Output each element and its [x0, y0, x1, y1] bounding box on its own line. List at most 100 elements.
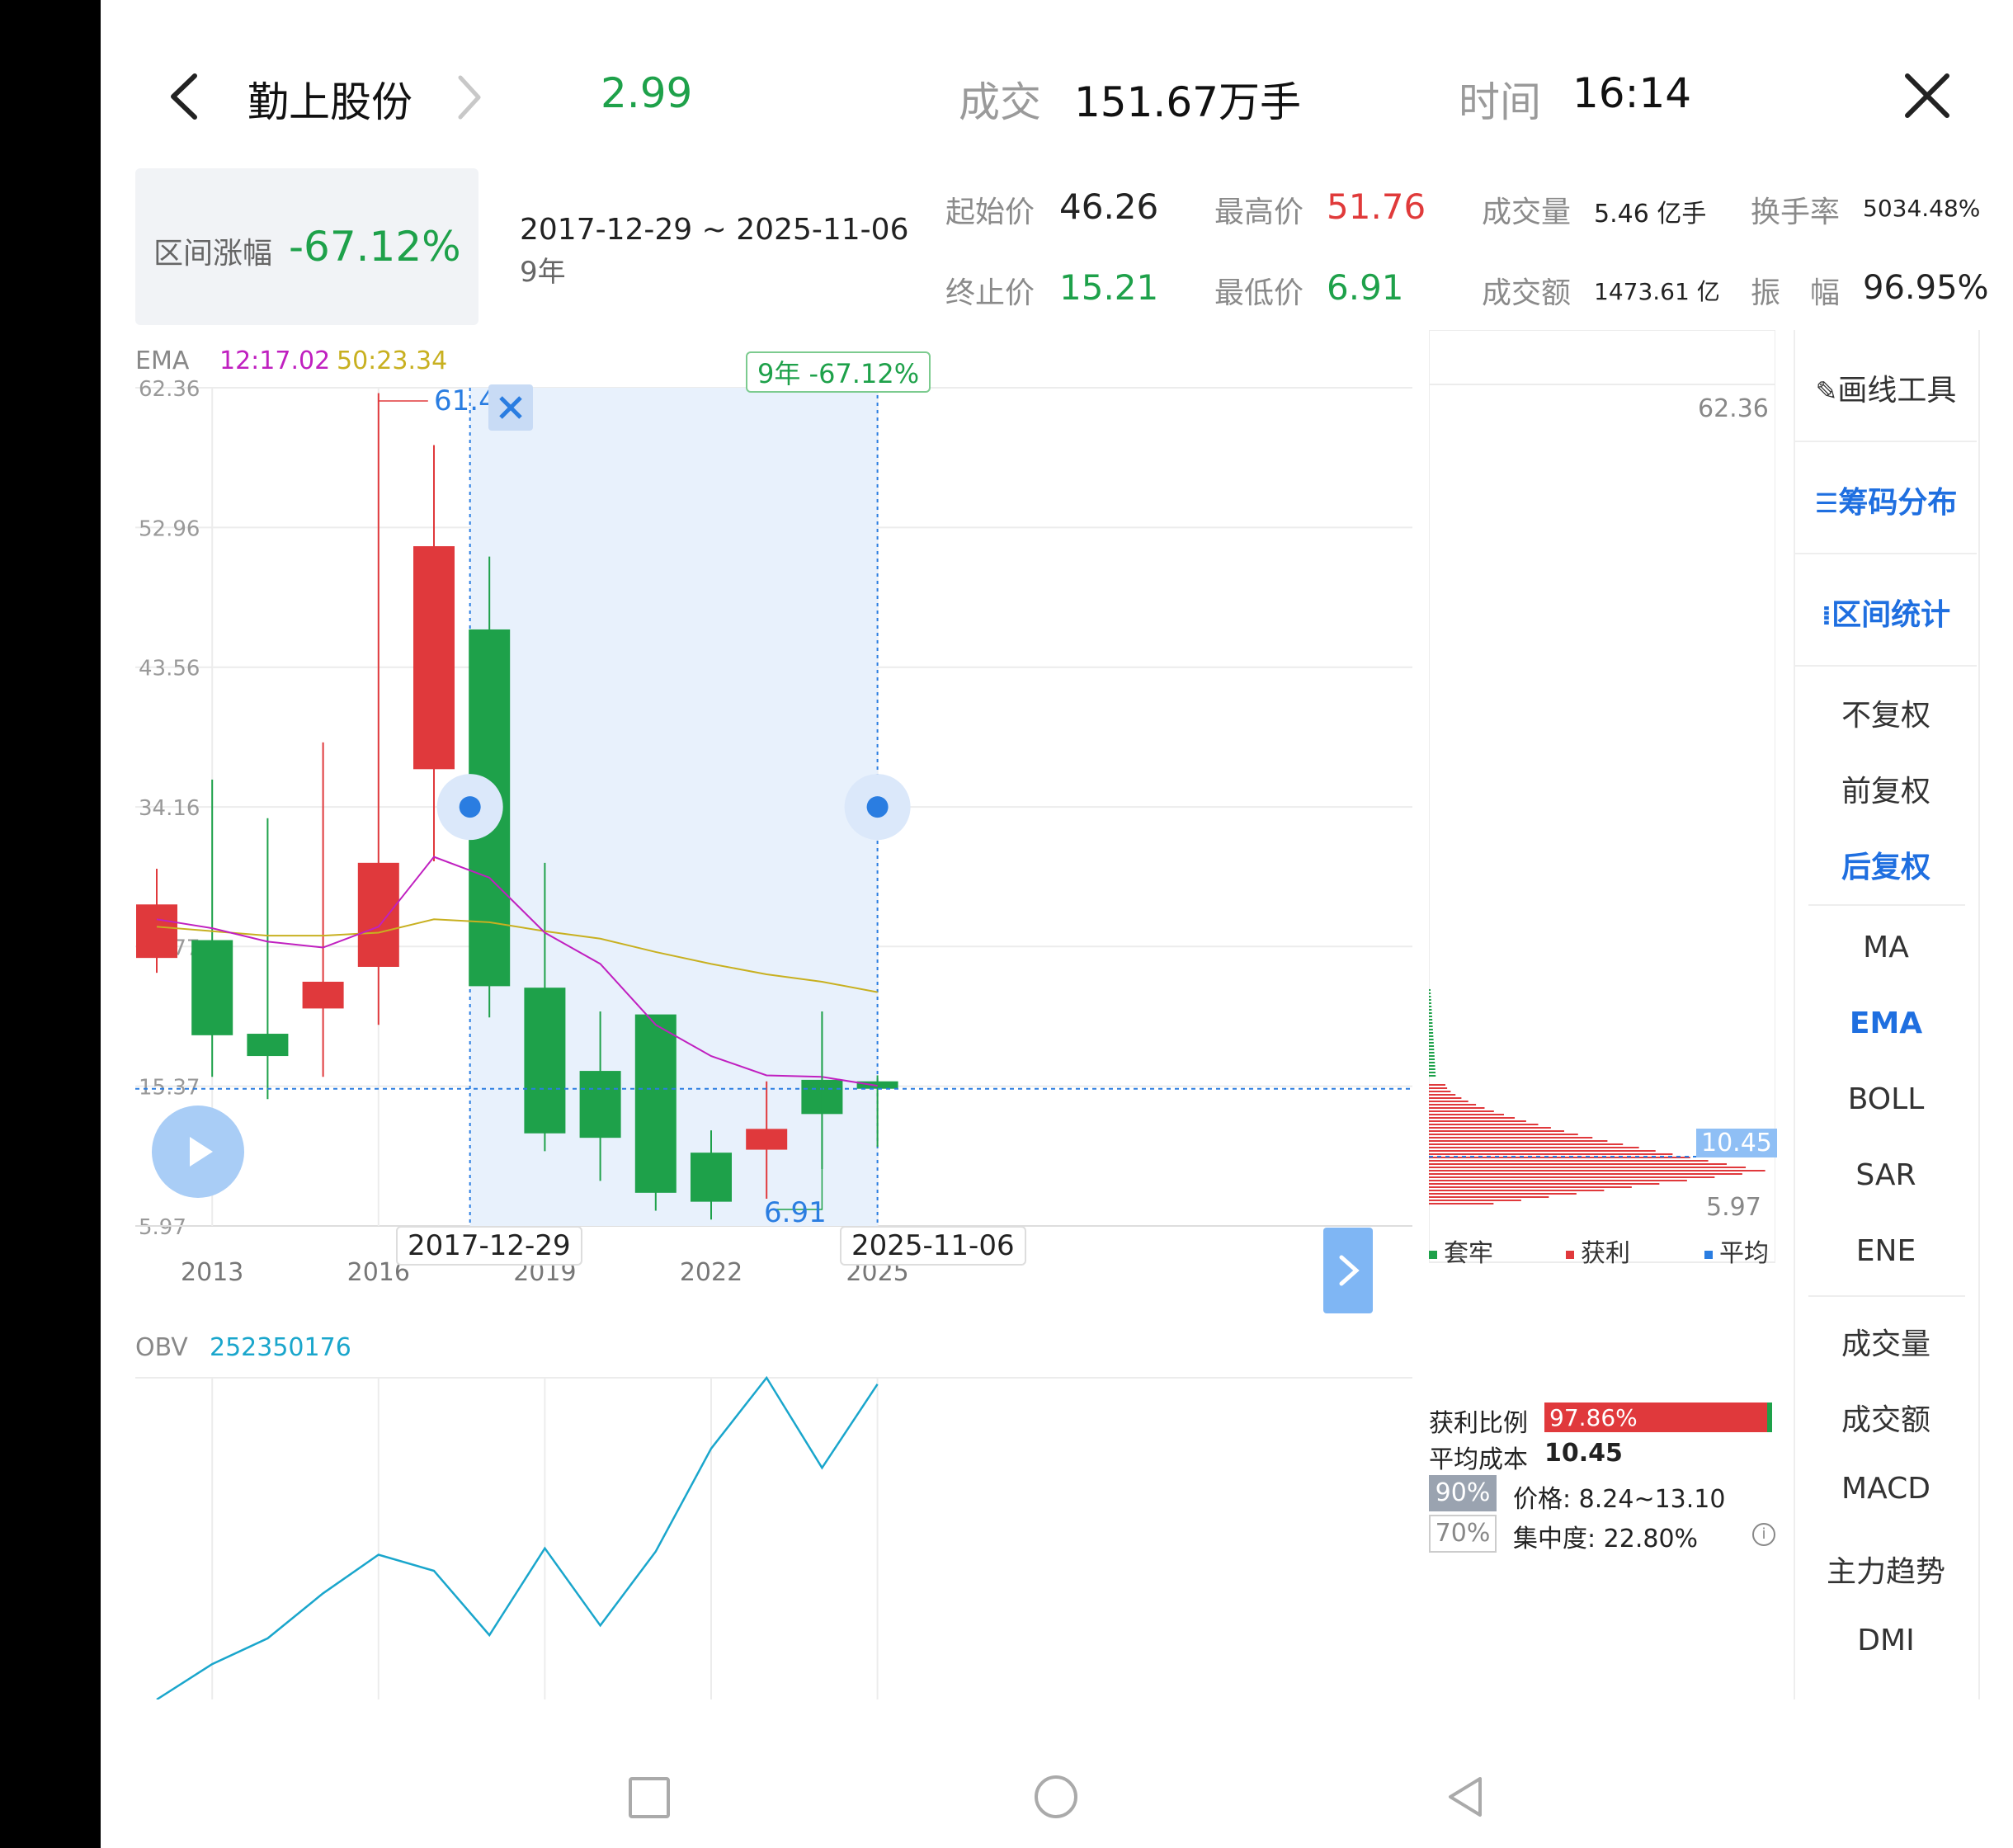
range-stats-icon: ⁞ — [1821, 600, 1832, 631]
menu-amount[interactable]: 成交额 — [1795, 1396, 1977, 1439]
pct70-badge[interactable]: 70% — [1429, 1515, 1497, 1553]
chip-list-icon: ☰ — [1814, 488, 1839, 519]
scroll-right-button[interactable] — [1323, 1228, 1373, 1313]
turnover-value: 5034.48% — [1863, 195, 1981, 222]
candle-body — [191, 940, 233, 1035]
range-tag: 9年 -67.12% — [746, 351, 931, 393]
left-black-bar — [0, 0, 101, 1848]
menu-dmi[interactable]: DMI — [1795, 1624, 1977, 1657]
chip-top-price: 62.36 — [1698, 394, 1769, 423]
back-icon[interactable] — [163, 68, 205, 129]
current-price: 2.99 — [601, 69, 693, 117]
menu-volume[interactable]: 成交量 — [1795, 1320, 1977, 1363]
menu-no-adjust[interactable]: 不复权 — [1795, 691, 1977, 734]
candle-body — [579, 1071, 621, 1138]
end-price-label: 终止价 — [945, 276, 1035, 310]
high-marker-leader — [378, 393, 428, 402]
end-price-value: 15.21 — [1059, 267, 1159, 308]
candle-body — [691, 1153, 732, 1202]
home-icon[interactable] — [1035, 1775, 1077, 1818]
low-price-label: 最低价 — [1214, 276, 1304, 310]
pct70-text: 70% — [1435, 1519, 1491, 1548]
range-end-date: 2025-11-06 — [840, 1226, 1026, 1266]
candle-body — [524, 988, 566, 1134]
range-start-date-text: 2017-12-29 — [408, 1229, 571, 1262]
menu-forward-adjust[interactable]: 前复权 — [1795, 767, 1977, 810]
volume-stat-value: 5.46 亿手 — [1594, 200, 1707, 229]
stock-name[interactable]: 勤上股份 — [248, 69, 412, 129]
play-button[interactable] — [152, 1106, 244, 1198]
candle-body — [357, 862, 399, 967]
amplitude-label: 振 幅 — [1751, 276, 1841, 310]
avg-cost-tag: 10.45 — [1696, 1129, 1777, 1157]
duration: 9年 — [520, 256, 566, 289]
chip-frame — [1428, 329, 1776, 1263]
menu-ma[interactable]: MA — [1795, 931, 1977, 964]
candle-body — [302, 981, 344, 1009]
candle-body — [746, 1129, 788, 1150]
pct90-text: 90% — [1435, 1478, 1491, 1507]
price-range: 价格: 8.24~13.10 — [1513, 1485, 1726, 1514]
recent-apps-icon[interactable] — [629, 1777, 670, 1818]
avg-cost-value: 10.45 — [1544, 1439, 1623, 1468]
high-price-value: 51.76 — [1327, 186, 1426, 227]
menu-macd[interactable]: MACD — [1795, 1472, 1977, 1506]
menu-main-trend[interactable]: 主力趋势 — [1795, 1548, 1977, 1591]
obv-chart — [135, 1320, 1412, 1701]
range-tag-text: 9年 -67.12% — [757, 358, 920, 389]
menu-ene[interactable]: ENE — [1795, 1234, 1977, 1268]
avg-cost-label: 平均成本 — [1429, 1445, 1528, 1474]
volume-label: 成交 — [959, 78, 1041, 126]
remove-range-button[interactable] — [488, 384, 533, 431]
candle-body — [634, 1014, 676, 1193]
low-price-value: 6.91 — [1327, 267, 1404, 308]
menu-divider — [1795, 665, 1977, 667]
y-tick-label: 62.36 — [139, 377, 200, 402]
legend-trapped: 套牢 — [1429, 1233, 1493, 1269]
avg-cost-tag-text: 10.45 — [1701, 1129, 1772, 1157]
menu-divider — [1808, 1295, 1965, 1297]
next-stock-icon[interactable] — [452, 71, 485, 127]
menu-draw-tool-label: 画线工具 — [1837, 374, 1957, 408]
main-chart[interactable]: 62.3652.9643.5634.1624.7715.375.97201320… — [135, 330, 1412, 1304]
menu-sar[interactable]: SAR — [1795, 1158, 1977, 1192]
time-label: 时间 — [1459, 78, 1541, 126]
y-tick-label: 43.56 — [139, 657, 200, 681]
legend-average-swatch — [1704, 1250, 1713, 1259]
chip-legend: 套牢 获利 平均 — [1429, 1233, 1775, 1269]
x-tick-label: 2022 — [680, 1258, 742, 1287]
ema-label: EMA — [135, 346, 190, 375]
menu-range-stats[interactable]: ⁞区间统计 — [1795, 591, 1977, 634]
back-nav-icon[interactable] — [1442, 1774, 1488, 1823]
close-range-icon — [499, 396, 522, 419]
range-change-value: -67.12% — [289, 223, 461, 271]
profit-ratio-value: 97.86% — [1549, 1404, 1638, 1431]
concentration: 集中度: 22.80% — [1513, 1525, 1699, 1553]
menu-divider — [1795, 553, 1977, 554]
menu-divider — [1795, 441, 1977, 442]
start-price-label: 起始价 — [945, 196, 1035, 229]
amount-stat-value: 1473.61 亿 — [1594, 278, 1720, 305]
menu-chip-distribution[interactable]: ☰筹码分布 — [1795, 478, 1977, 521]
volume-value: 151.67万手 — [1074, 78, 1301, 126]
low-marker: 6.91 — [764, 1196, 827, 1229]
x-tick-label: 2013 — [181, 1258, 243, 1287]
candle-body — [413, 546, 455, 770]
menu-chip-distribution-label: 筹码分布 — [1838, 486, 1958, 520]
menu-ema[interactable]: EMA — [1795, 1006, 1977, 1040]
menu-draw-tool[interactable]: ✎画线工具 — [1795, 366, 1977, 409]
menu-backward-adjust[interactable]: 后复权 — [1795, 843, 1977, 886]
y-tick-label: 34.16 — [139, 796, 200, 821]
range-start-date: 2017-12-29 — [396, 1226, 582, 1266]
candle-body — [247, 1034, 289, 1057]
pct90-badge[interactable]: 90% — [1429, 1475, 1497, 1511]
menu-boll[interactable]: BOLL — [1795, 1082, 1977, 1116]
info-icon[interactable]: i — [1752, 1523, 1775, 1546]
kline-svg[interactable]: 62.3652.9643.5634.1624.7715.375.97201320… — [135, 330, 1412, 1304]
amplitude-value: 96.95% — [1863, 269, 1989, 307]
legend-average: 平均 — [1704, 1233, 1769, 1269]
range-end-handle — [866, 796, 889, 818]
close-icon[interactable] — [1902, 71, 1952, 124]
volume-stat-label: 成交量 — [1482, 196, 1572, 229]
turnover-label: 换手率 — [1751, 196, 1841, 229]
